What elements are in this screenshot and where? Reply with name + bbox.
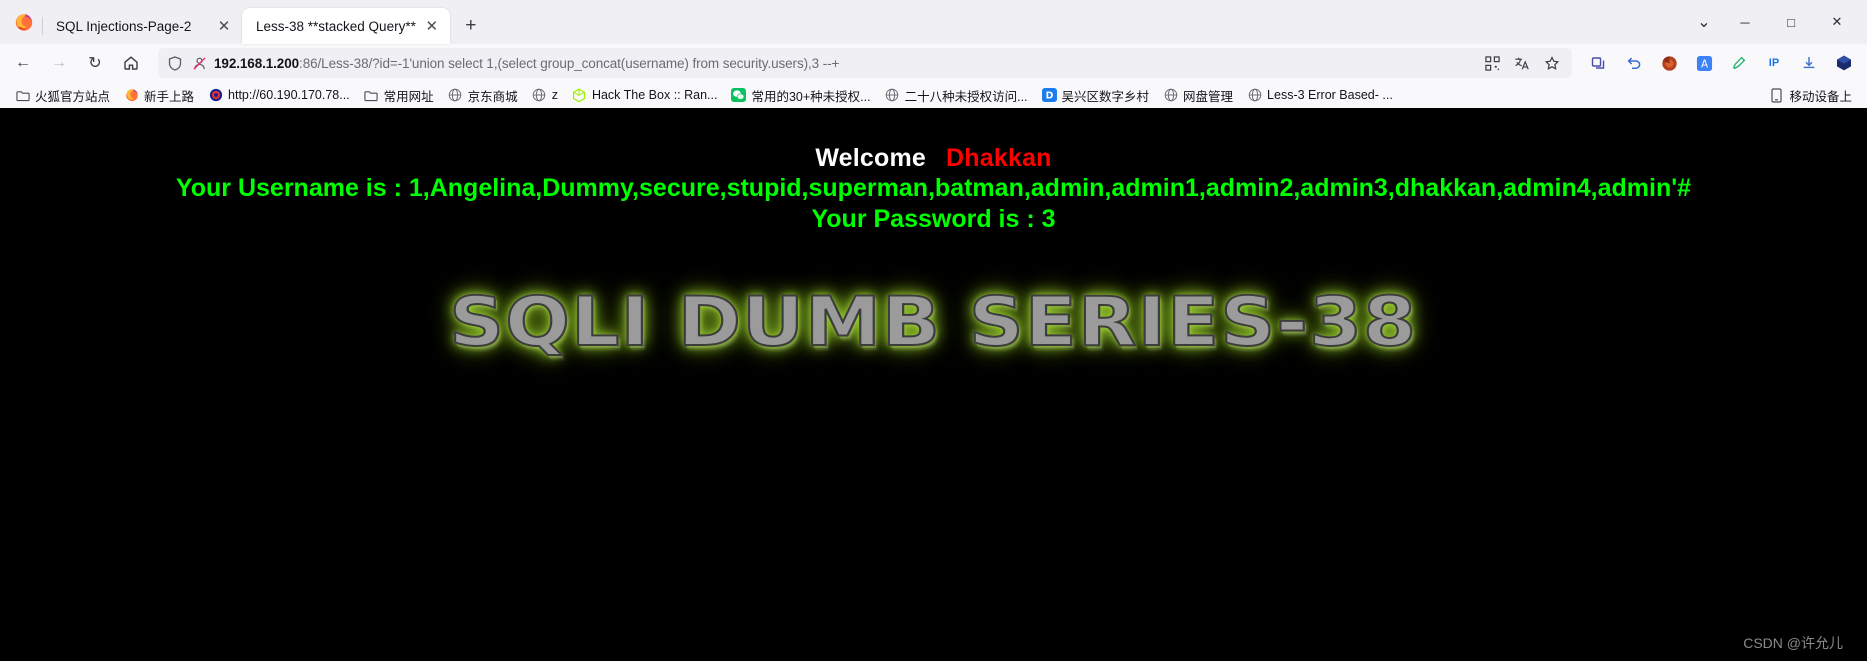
maximize-button[interactable]: □	[1769, 4, 1813, 40]
list-all-tabs-icon[interactable]: ⌄	[1687, 5, 1721, 39]
globe-icon	[532, 88, 547, 103]
bookmark-label: Hack The Box :: Ran...	[591, 88, 718, 102]
browser-window: SQL Injections-Page-2 ✕ Less-38 **stacke…	[0, 0, 1867, 108]
translate-icon[interactable]	[1508, 50, 1536, 76]
welcome-username: Dhakkan	[946, 144, 1052, 172]
mobile-icon	[1769, 87, 1784, 103]
bookmark-item[interactable]: 二十八种未授权访问...	[878, 84, 1035, 107]
username-result-line: Your Username is : 1,Angelina,Dummy,secu…	[175, 174, 1692, 202]
back-button[interactable]: ←	[6, 47, 40, 79]
bookmark-label: 网盘管理	[1183, 89, 1234, 104]
htb-icon	[572, 87, 587, 103]
close-icon[interactable]: ✕	[214, 16, 234, 36]
bookmark-label: 新手上路	[144, 89, 195, 104]
url-path: :86/Less-38/?id=-1'union select 1,(selec…	[299, 55, 840, 71]
address-bar-actions	[1478, 50, 1566, 76]
sqli-dumb-series-logo: SQLI DUMB SERIES-38	[448, 282, 1418, 363]
navigation-toolbar: ← → ↻ 192.168.1.200:86/Less-38/?id=-1'un…	[0, 44, 1867, 82]
close-window-button[interactable]: ✕	[1815, 4, 1859, 40]
bookmarks-toolbar: 火狐官方站点 新手上路 http://60.190.170.78... 常用网址…	[0, 82, 1867, 108]
tracking-protection-off-icon[interactable]	[190, 54, 208, 72]
reload-button[interactable]: ↻	[78, 47, 112, 79]
app-menu-icon[interactable]	[1827, 47, 1861, 79]
bookmark-label: 常用网址	[383, 89, 434, 104]
adblock-icon[interactable]	[1652, 47, 1686, 79]
globe-icon	[448, 88, 463, 103]
qr-code-icon[interactable]	[1478, 50, 1506, 76]
toolbar-extensions: A IP	[1582, 47, 1861, 79]
firefox-logo-icon	[6, 0, 42, 44]
home-button[interactable]	[114, 47, 148, 79]
ip-extension-icon[interactable]: IP	[1757, 47, 1791, 79]
welcome-text: Welcome	[815, 144, 927, 172]
tab-sql-injections-page-2[interactable]: SQL Injections-Page-2 ✕	[42, 8, 242, 44]
bookmark-item[interactable]: 常用的30+种未授权...	[724, 84, 877, 107]
minimize-button[interactable]: ─	[1723, 4, 1767, 40]
bookmark-label: 移动设备上	[1789, 89, 1852, 104]
close-icon[interactable]: ✕	[422, 16, 442, 36]
globe-icon	[1163, 88, 1178, 103]
container-tabs-icon[interactable]	[1582, 47, 1616, 79]
bookmark-label: 京东商城	[467, 89, 518, 104]
tab-less-38-stacked-query[interactable]: Less-38 **stacked Query** ✕	[242, 8, 450, 44]
folder-icon	[15, 88, 30, 103]
bookmark-item[interactable]: 网盘管理	[1156, 84, 1240, 107]
bookmark-label: 火狐官方站点	[35, 89, 111, 104]
svg-text:A: A	[1700, 58, 1708, 70]
bookmark-item[interactable]: 新手上路	[117, 84, 201, 107]
sqli-logo-wrap: SQLI DUMB SERIES-38	[0, 282, 1867, 363]
bookmark-item[interactable]: 京东商城	[441, 84, 525, 107]
bookmark-item[interactable]: 常用网址	[357, 84, 441, 107]
bookmark-item[interactable]: z	[525, 86, 565, 105]
undo-close-tab-icon[interactable]	[1617, 47, 1651, 79]
folder-icon	[364, 88, 379, 103]
svg-text:D: D	[1045, 91, 1053, 102]
highlighter-icon[interactable]	[1722, 47, 1756, 79]
window-controls: ⌄ ─ □ ✕	[1687, 0, 1859, 44]
password-result-line: Your Password is : 3	[811, 205, 1056, 233]
save-page-icon[interactable]	[1792, 47, 1826, 79]
tab-title: SQL Injections-Page-2	[56, 18, 192, 34]
globe-icon	[885, 88, 900, 103]
bookmark-label: 吴兴区数字乡村	[1061, 89, 1150, 104]
new-tab-button[interactable]: +	[456, 11, 486, 41]
wechat-icon	[731, 88, 747, 103]
bookmark-item[interactable]: D 吴兴区数字乡村	[1035, 84, 1157, 107]
bookmark-item-mobile[interactable]: 移动设备上	[1762, 84, 1859, 107]
shield-icon[interactable]	[166, 54, 184, 72]
address-bar[interactable]: 192.168.1.200:86/Less-38/?id=-1'union se…	[158, 48, 1572, 78]
bookmark-label: http://60.190.170.78...	[228, 88, 350, 102]
bookmark-item[interactable]: Hack The Box :: Ran...	[565, 86, 725, 105]
target-icon	[208, 88, 223, 103]
tab-strip: SQL Injections-Page-2 ✕ Less-38 **stacke…	[0, 0, 1867, 44]
bookmark-item[interactable]: http://60.190.170.78...	[201, 86, 357, 105]
forward-button[interactable]: →	[42, 47, 76, 79]
url-host: 192.168.1.200	[214, 55, 300, 71]
firefox-icon	[124, 88, 139, 103]
watermark-text: CSDN @许允儿	[1743, 635, 1843, 651]
bookmark-label: z	[551, 88, 558, 102]
bookmark-item[interactable]: Less-3 Error Based- ...	[1240, 86, 1400, 105]
bookmark-item[interactable]: 火狐官方站点	[8, 84, 117, 107]
translate-extension-icon[interactable]: A	[1687, 47, 1721, 79]
bookmark-label: Less-3 Error Based- ...	[1267, 88, 1393, 102]
globe-icon	[1247, 88, 1262, 103]
url-text[interactable]: 192.168.1.200:86/Less-38/?id=-1'union se…	[214, 56, 1472, 71]
bookmark-label: 二十八种未授权访问...	[904, 89, 1028, 104]
tab-title: Less-38 **stacked Query**	[256, 18, 416, 34]
star-icon[interactable]	[1538, 50, 1566, 76]
bookmark-label: 常用的30+种未授权...	[751, 89, 871, 104]
welcome-heading: Welcome Dhakkan	[0, 108, 1867, 173]
page-content: Welcome Dhakkan Your Username is : 1,Ange…	[0, 108, 1867, 661]
dingtalk-icon: D	[1041, 88, 1057, 103]
